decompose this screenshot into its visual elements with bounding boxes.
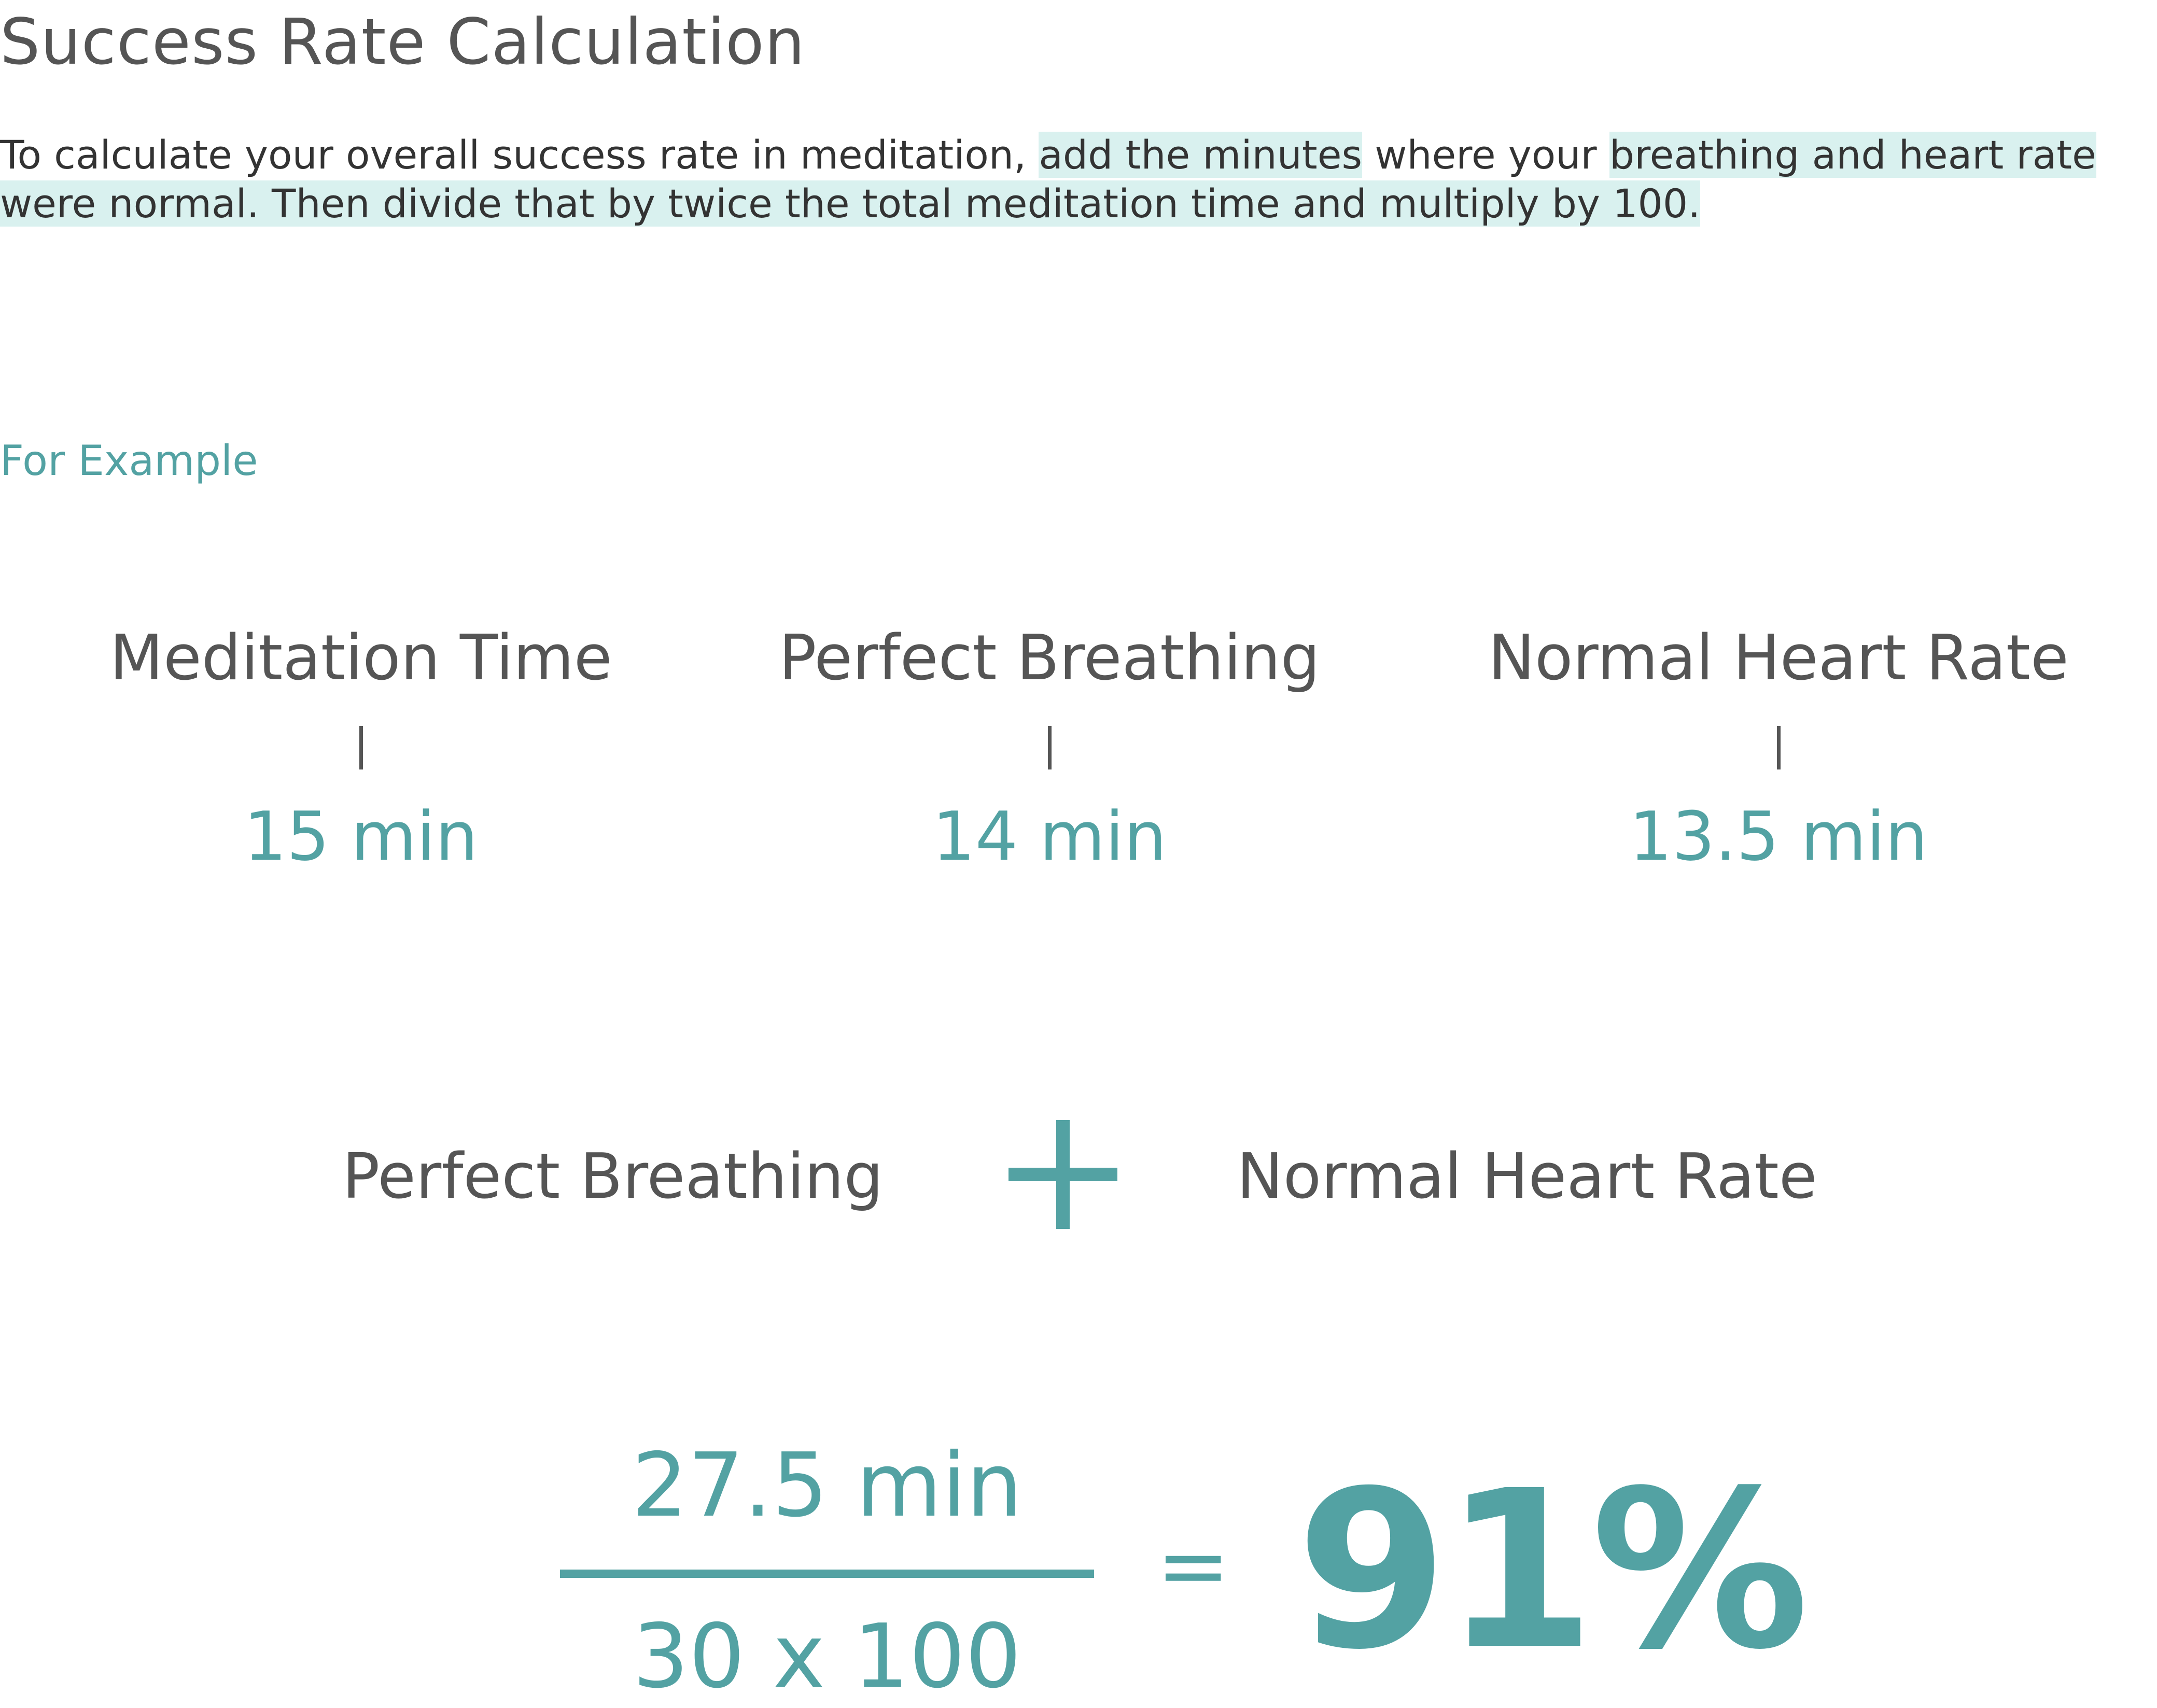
fraction-numerator: 27.5 min (632, 1434, 1023, 1537)
meditation-time-column: Meditation Time 15 min (50, 622, 672, 875)
fraction-bar (560, 1570, 1094, 1578)
page-title: Success Rate Calculation (0, 5, 805, 79)
intro-text-1: To calculate your overall success rate i… (0, 132, 1039, 178)
fraction-denominator: 30 x 100 (633, 1605, 1021, 1708)
meditation-time-value: 15 min (244, 797, 478, 876)
sum-right-term: Normal Heart Rate (1237, 1141, 1817, 1213)
sum-left-term: Perfect Breathing (342, 1141, 884, 1213)
column-divider-tick (359, 726, 363, 769)
example-label: For Example (0, 437, 258, 485)
intro-paragraph: To calculate your overall success rate i… (0, 131, 2126, 228)
equals-sign: = (1156, 1515, 1230, 1617)
column-divider-tick (1047, 726, 1052, 769)
meditation-time-heading: Meditation Time (109, 622, 612, 694)
normal-heart-rate-value: 13.5 min (1629, 797, 1928, 876)
result-percentage: 91% (1296, 1444, 1809, 1698)
perfect-breathing-column: Perfect Breathing 14 min (738, 622, 1361, 875)
perfect-breathing-heading: Perfect Breathing (779, 622, 1320, 694)
intro-text-2: where your (1362, 132, 1609, 178)
column-divider-tick (1776, 726, 1781, 769)
perfect-breathing-value: 14 min (932, 797, 1167, 876)
normal-heart-rate-heading: Normal Heart Rate (1488, 622, 2069, 694)
intro-highlight-1: add the minutes (1039, 132, 1363, 178)
plus-icon (1009, 1120, 1117, 1229)
normal-heart-rate-column: Normal Heart Rate 13.5 min (1467, 622, 2090, 875)
